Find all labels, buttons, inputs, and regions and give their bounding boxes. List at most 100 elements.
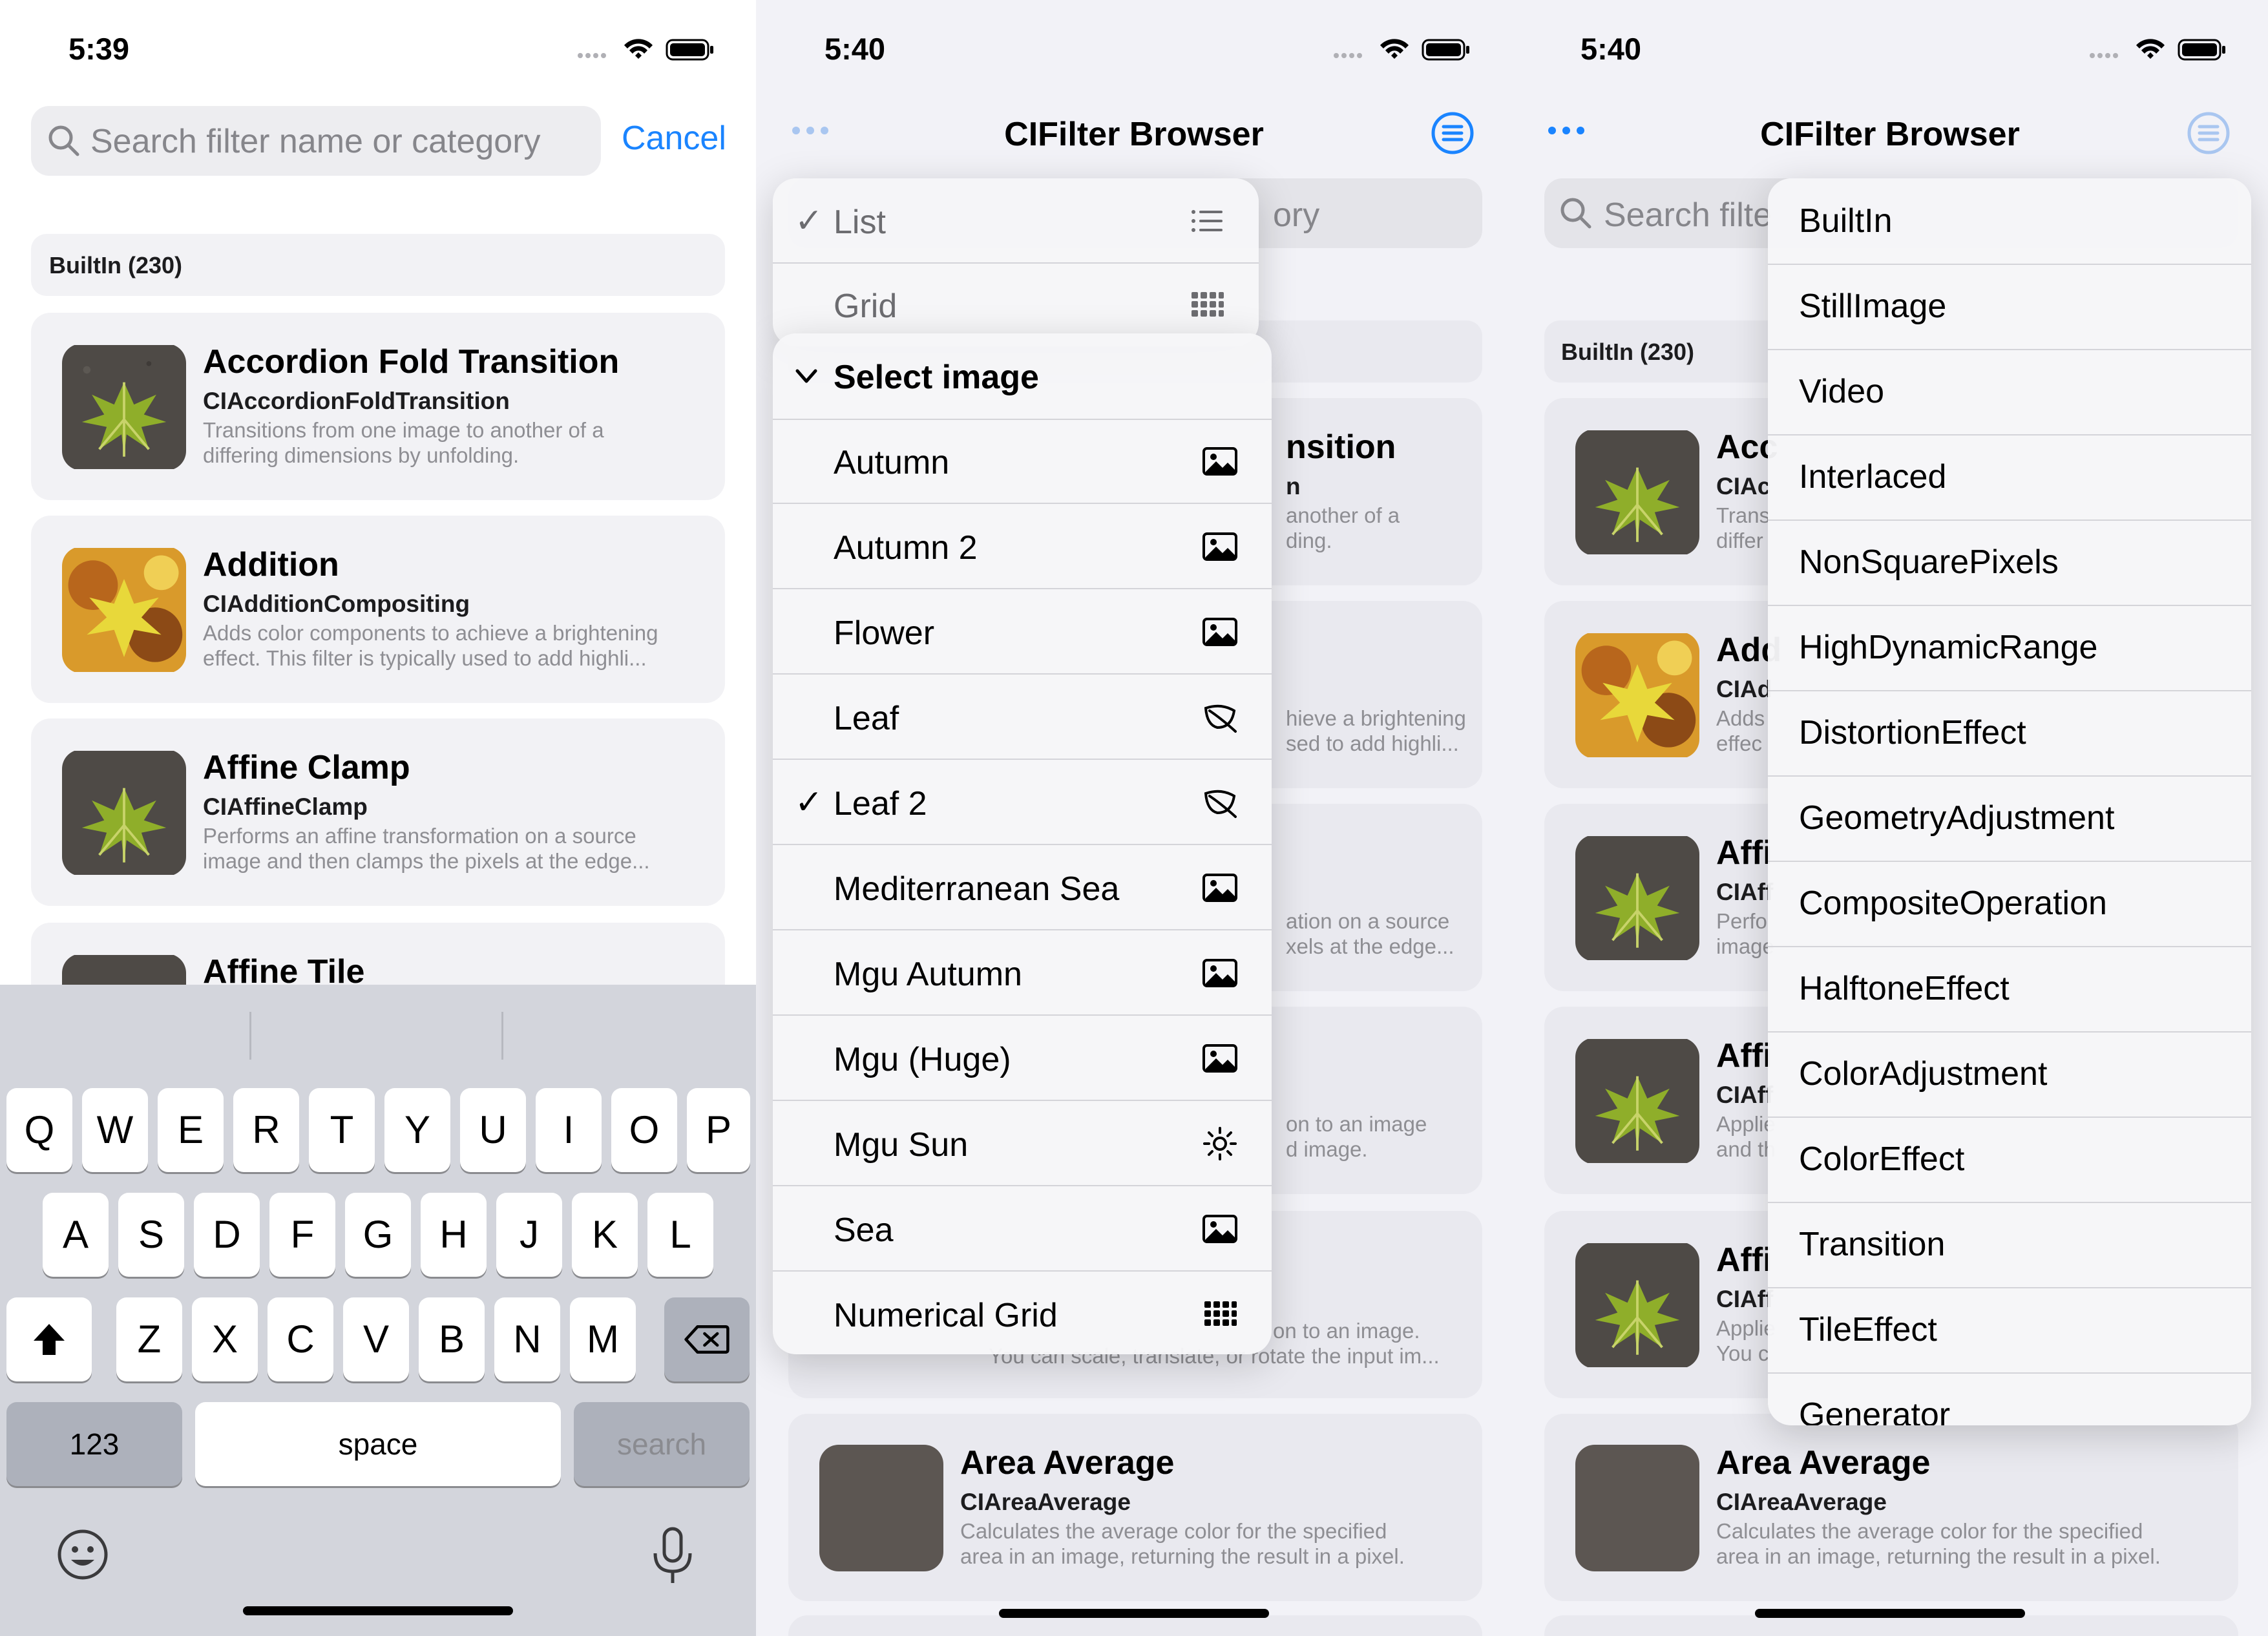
shift-key[interactable] <box>6 1297 92 1381</box>
category-coloradjustment[interactable]: ColorAdjustment <box>1768 1031 2251 1118</box>
key-b[interactable]: B <box>419 1297 485 1381</box>
filter-card[interactable]: Area Average CIAreaAverage Calculates th… <box>788 1414 1482 1601</box>
filter-card[interactable]: Accordion Fold Transition CIAccordionFol… <box>31 313 725 500</box>
key-z[interactable]: Z <box>116 1297 182 1381</box>
status-icons <box>578 39 713 61</box>
key-s[interactable]: S <box>118 1193 184 1277</box>
key-j[interactable]: J <box>496 1193 562 1277</box>
key-x[interactable]: X <box>192 1297 258 1381</box>
category-transition[interactable]: Transition <box>1768 1202 2251 1288</box>
select-image-header[interactable]: Select image <box>773 333 1272 420</box>
search-placeholder: Search filter name or category <box>90 123 541 160</box>
filter-class-name: CIAreaAverage <box>960 1489 1131 1515</box>
menu-item-sea[interactable]: Sea <box>773 1186 1272 1272</box>
area-thumbnail <box>1575 1445 1699 1571</box>
leaf-thumbnail <box>1575 1038 1699 1164</box>
key-q[interactable]: Q <box>6 1088 72 1172</box>
filter-card[interactable]: Area Average CIAreaAverage Calculates th… <box>1544 1414 2238 1601</box>
menu-item-mgu-sun[interactable]: Mgu Sun <box>773 1101 1272 1186</box>
category-distortioneffect[interactable]: DistortionEffect <box>1768 690 2251 777</box>
category-video[interactable]: Video <box>1768 349 2251 435</box>
key-g[interactable]: G <box>345 1193 411 1277</box>
key-u[interactable]: U <box>460 1088 526 1172</box>
status-time: 5:40 <box>824 32 886 66</box>
filter-class-name: CIAreaAverage <box>1716 1489 1887 1515</box>
filter-title: nsition <box>1286 428 1396 466</box>
leaf-thumbnail <box>62 750 186 876</box>
filter-description: on to an image d image. <box>1286 1112 1427 1161</box>
filter-card[interactable]: Affine Clamp CIAffineClamp Performs an a… <box>31 718 725 906</box>
cancel-button[interactable]: Cancel <box>622 119 726 158</box>
category-builtin[interactable]: BuiltIn <box>1768 178 2251 265</box>
category-interlaced[interactable]: Interlaced <box>1768 434 2251 521</box>
filter-title: Affi <box>1716 834 1772 872</box>
key-v[interactable]: V <box>343 1297 409 1381</box>
search-field[interactable]: Search filter name or category <box>31 106 601 176</box>
list-icon <box>1192 210 1223 232</box>
filter-class-name: n <box>1286 473 1301 499</box>
photo-icon <box>1202 447 1237 476</box>
leaf-thumbnail <box>1575 835 1699 961</box>
key-e[interactable]: E <box>158 1088 224 1172</box>
menu-item-leaf-2[interactable]: ✓ Leaf 2 <box>773 760 1272 845</box>
filter-class-name: CIAd <box>1716 676 1772 702</box>
checkmark-icon: ✓ <box>795 784 823 821</box>
category-nonsquarepixels[interactable]: NonSquarePixels <box>1768 519 2251 606</box>
menu-item-mgu-huge[interactable]: Mgu (Huge) <box>773 1016 1272 1101</box>
key-y[interactable]: Y <box>384 1088 450 1172</box>
menu-icon[interactable] <box>2187 111 2231 155</box>
key-t[interactable]: T <box>309 1088 375 1172</box>
category-halftoneeffect[interactable]: HalftoneEffect <box>1768 946 2251 1033</box>
menu-item-leaf[interactable]: Leaf <box>773 675 1272 760</box>
microphone-icon[interactable] <box>650 1526 695 1586</box>
menu-item-mgu-autumn[interactable]: Mgu Autumn <box>773 930 1272 1016</box>
numbers-key[interactable]: 123 <box>6 1402 182 1486</box>
menu-item-autumn[interactable]: Autumn <box>773 419 1272 504</box>
category-geometryadjustment[interactable]: GeometryAdjustment <box>1768 775 2251 862</box>
emoji-icon[interactable] <box>56 1527 110 1582</box>
key-k[interactable]: K <box>572 1193 638 1277</box>
filter-card[interactable]: Addition CIAdditionCompositing Adds colo… <box>31 516 725 703</box>
category-stillimage[interactable]: StillImage <box>1768 264 2251 350</box>
filter-title: Affi <box>1716 1037 1772 1075</box>
key-a[interactable]: A <box>43 1193 109 1277</box>
key-r[interactable]: R <box>233 1088 299 1172</box>
menu-item-list[interactable]: ✓ List <box>773 178 1259 264</box>
leaf-thumbnail <box>1575 1242 1699 1369</box>
key-l[interactable]: L <box>647 1193 713 1277</box>
category-generator[interactable]: Generator <box>1768 1372 2251 1425</box>
key-w[interactable]: W <box>82 1088 148 1172</box>
key-n[interactable]: N <box>494 1297 560 1381</box>
category-coloreffect[interactable]: ColorEffect <box>1768 1117 2251 1203</box>
filter-description: Performs an affine transformation on a s… <box>203 824 650 873</box>
filter-description: another of a ding. <box>1286 503 1400 552</box>
menu-item-numerical-grid[interactable]: Numerical Grid <box>773 1272 1272 1354</box>
keyboard: Q W E R T Y U I O P A S D F G H J K L Z … <box>0 985 756 1636</box>
category-tileeffect[interactable]: TileEffect <box>1768 1287 2251 1374</box>
status-time: 5:39 <box>68 32 130 66</box>
filter-description: Calculates the average color for the spe… <box>960 1519 1405 1568</box>
key-i[interactable]: I <box>536 1088 602 1172</box>
menu-item-mediterranean-sea[interactable]: Mediterranean Sea <box>773 845 1272 930</box>
filter-description: hieve a brightening sed to add highli... <box>1286 706 1466 755</box>
category-menu: BuiltIn StillImage Video Interlaced NonS… <box>1768 178 2251 1425</box>
key-d[interactable]: D <box>194 1193 260 1277</box>
menu-icon[interactable] <box>1431 111 1475 155</box>
filter-class-name: CIAc <box>1716 473 1771 499</box>
key-c[interactable]: C <box>268 1297 333 1381</box>
search-key[interactable]: search <box>574 1402 750 1486</box>
filter-class-name: CIAff <box>1716 1286 1774 1312</box>
menu-item-autumn-2[interactable]: Autumn 2 <box>773 504 1272 589</box>
key-m[interactable]: M <box>570 1297 636 1381</box>
menu-item-flower[interactable]: Flower <box>773 589 1272 675</box>
category-compositeoperation[interactable]: CompositeOperation <box>1768 861 2251 947</box>
key-h[interactable]: H <box>421 1193 487 1277</box>
filter-title: Area Average <box>960 1444 1175 1482</box>
delete-key[interactable] <box>664 1297 750 1381</box>
space-key[interactable]: space <box>195 1402 561 1486</box>
key-f[interactable]: F <box>269 1193 335 1277</box>
key-o[interactable]: O <box>611 1088 677 1172</box>
screen-image-menu: 5:40 CIFilter Browser ory nsition n anot… <box>756 0 1512 1636</box>
category-highdynamicrange[interactable]: HighDynamicRange <box>1768 605 2251 691</box>
key-p[interactable]: P <box>687 1088 750 1172</box>
